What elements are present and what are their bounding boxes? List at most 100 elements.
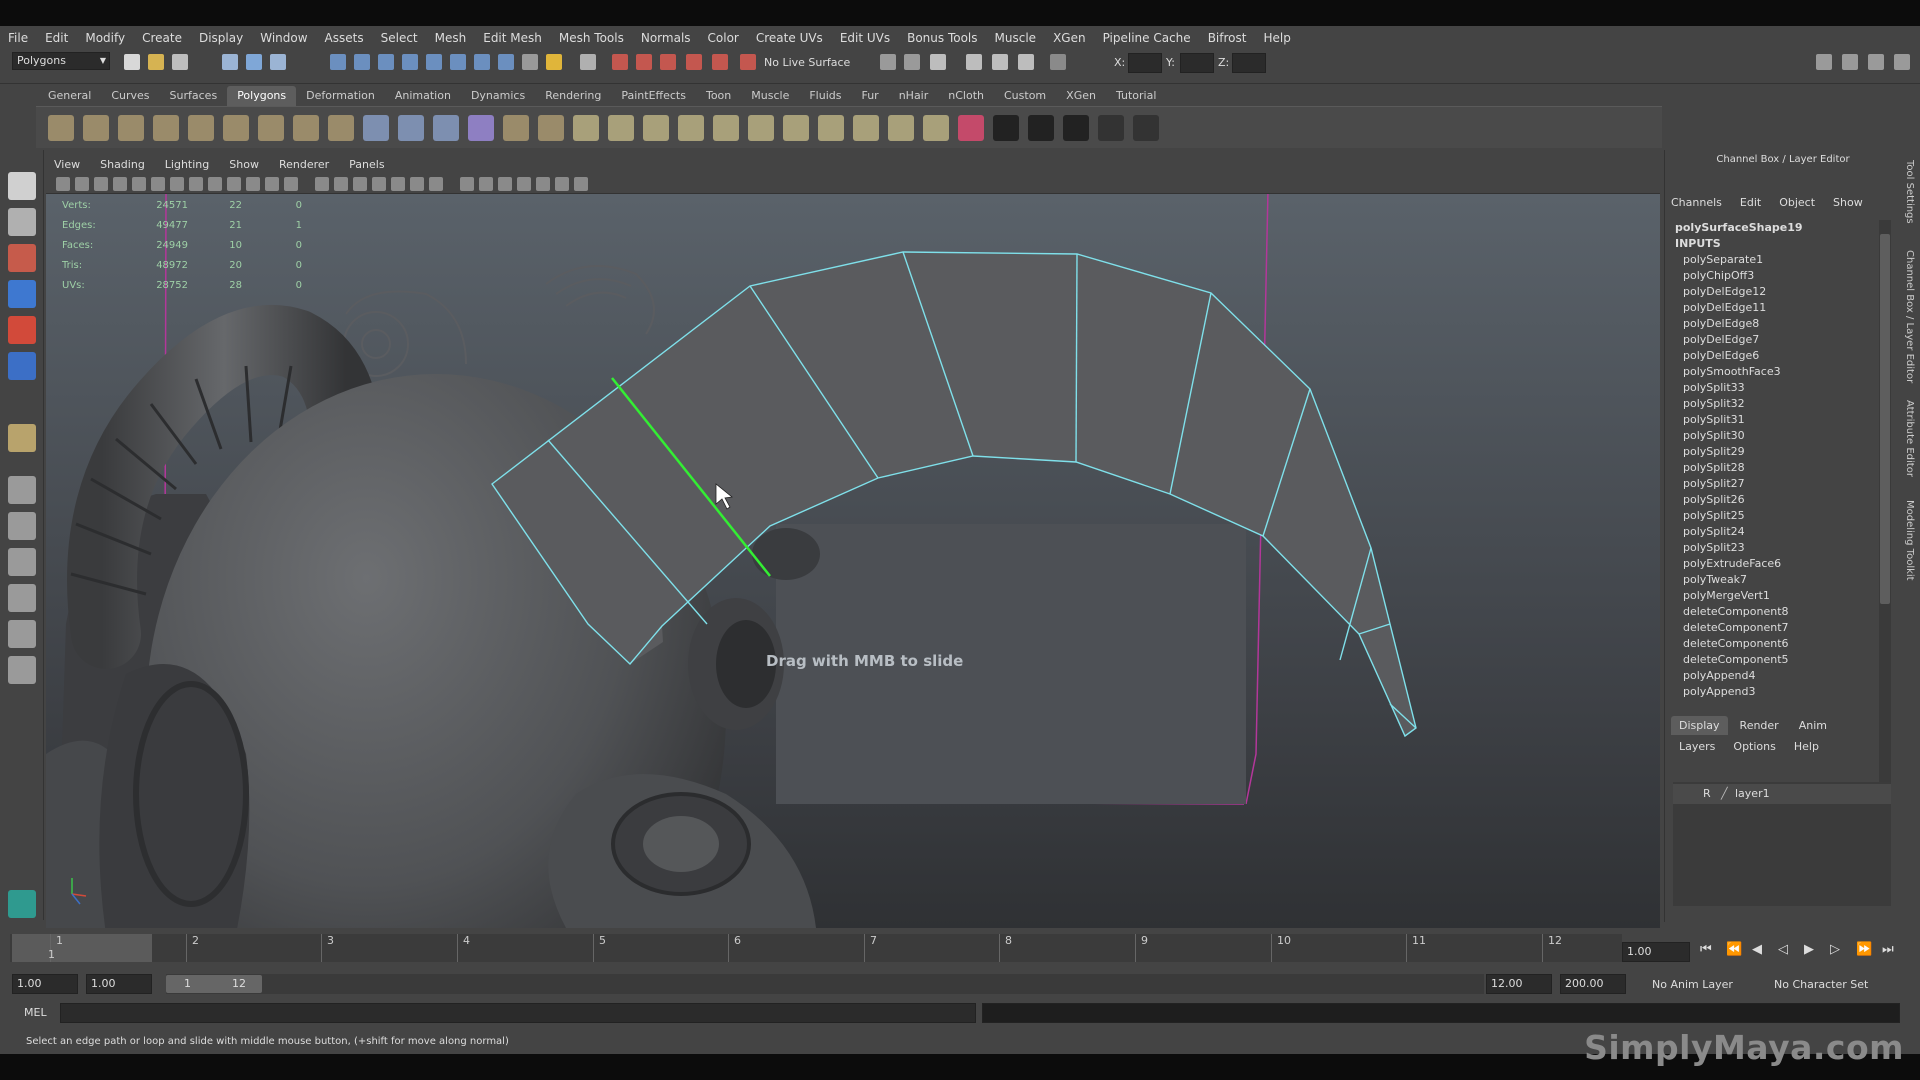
select-deformation-icon[interactable]: [426, 54, 442, 70]
snap-grid-icon[interactable]: [612, 54, 628, 70]
motion-blur-icon[interactable]: [460, 177, 474, 191]
menu-edit-uvs[interactable]: Edit UVs: [840, 31, 890, 45]
rotate-tool-icon[interactable]: [8, 316, 36, 344]
shelf-tab-toon[interactable]: Toon: [696, 86, 741, 106]
anim-layer-dropdown[interactable]: No Anim Layer: [1652, 978, 1733, 991]
snap-point-icon[interactable]: [660, 54, 676, 70]
select-object-icon[interactable]: [246, 54, 262, 70]
side-tab-attribute-editor[interactable]: Attribute Editor: [1904, 400, 1915, 477]
poly-pipe-icon[interactable]: [293, 115, 319, 141]
select-handle-icon[interactable]: [330, 54, 346, 70]
input-node[interactable]: polySeparate1: [1675, 252, 1887, 268]
mirror-icon[interactable]: [538, 115, 564, 141]
input-node[interactable]: polySplit32: [1675, 396, 1887, 412]
go-to-start-icon[interactable]: ⏮: [1700, 942, 1712, 957]
poly-pyramid-icon[interactable]: [258, 115, 284, 141]
menu-assets[interactable]: Assets: [325, 31, 364, 45]
highlight-selection-icon[interactable]: [580, 54, 596, 70]
xray-icon[interactable]: [536, 177, 550, 191]
camera-attributes-icon[interactable]: [75, 177, 89, 191]
offset-edge-loop-icon[interactable]: [713, 115, 739, 141]
channel-box-scrollbar[interactable]: [1879, 220, 1891, 850]
input-node[interactable]: polySplit29: [1675, 444, 1887, 460]
viewport-menu-renderer[interactable]: Renderer: [279, 158, 329, 171]
perspective-viewport[interactable]: Verts: 24571 22 0 Edges: 49477 21 1 Faces: 24949 1…: [46, 194, 1660, 928]
input-node[interactable]: polySplit31: [1675, 412, 1887, 428]
input-node[interactable]: polyAppend3: [1675, 684, 1887, 700]
time-slider[interactable]: 1 2 3 4 5 6 7 8 9 10 11 12 1: [10, 934, 1622, 962]
shelf-tab-xgen[interactable]: XGen: [1056, 86, 1106, 106]
input-node[interactable]: polyDelEdge7: [1675, 332, 1887, 348]
input-node[interactable]: polySplit26: [1675, 492, 1887, 508]
input-node[interactable]: polySplit27: [1675, 476, 1887, 492]
graph-layout-icon[interactable]: [8, 584, 36, 612]
viewport-menu-show[interactable]: Show: [229, 158, 259, 171]
go-to-end-icon[interactable]: ⏭: [1882, 942, 1894, 957]
poly-sphere-icon[interactable]: [48, 115, 74, 141]
channel-box-menu-show[interactable]: Show: [1833, 196, 1863, 209]
shelf-tab-tutorial[interactable]: Tutorial: [1106, 86, 1166, 106]
open-scene-icon[interactable]: [148, 54, 164, 70]
select-camera-icon[interactable]: [56, 177, 70, 191]
step-back-key-icon[interactable]: ⏪: [1726, 942, 1742, 957]
menu-edit[interactable]: Edit: [45, 31, 68, 45]
input-node[interactable]: polySplit25: [1675, 508, 1887, 524]
menu-bonus-tools[interactable]: Bonus Tools: [907, 31, 977, 45]
ipr-render-icon[interactable]: [992, 54, 1008, 70]
channel-box-menu-channels[interactable]: Channels: [1671, 196, 1722, 209]
menu-select[interactable]: Select: [381, 31, 418, 45]
menu-mesh[interactable]: Mesh: [435, 31, 467, 45]
select-joint-icon[interactable]: [354, 54, 370, 70]
anim-start-field[interactable]: 1.00: [12, 974, 78, 994]
input-node[interactable]: deleteComponent6: [1675, 636, 1887, 652]
shelf-tab-ncloth[interactable]: nCloth: [938, 86, 994, 106]
range-slider[interactable]: 1 12: [166, 974, 1484, 994]
input-node[interactable]: polySplit33: [1675, 380, 1887, 396]
save-scene-icon[interactable]: [172, 54, 188, 70]
shelf-tab-painteffects[interactable]: PaintEffects: [611, 86, 696, 106]
resolution-gate-icon[interactable]: [208, 177, 222, 191]
side-tab-channel-box-layer-editor[interactable]: Channel Box / Layer Editor: [1904, 250, 1915, 383]
select-hierarchy-icon[interactable]: [222, 54, 238, 70]
layer-menu-layers[interactable]: Layers: [1679, 740, 1715, 753]
layer-menu-help[interactable]: Help: [1794, 740, 1819, 753]
make-live-icon[interactable]: [740, 54, 756, 70]
input-node[interactable]: polyDelEdge11: [1675, 300, 1887, 316]
automatic-map-icon[interactable]: [1028, 115, 1054, 141]
viewport-menu-panels[interactable]: Panels: [349, 158, 384, 171]
insert-edge-loop-icon[interactable]: [678, 115, 704, 141]
snap-curve-icon[interactable]: [636, 54, 652, 70]
bookmarks-icon[interactable]: [94, 177, 108, 191]
input-output-icon[interactable]: [880, 54, 896, 70]
input-node[interactable]: polySplit23: [1675, 540, 1887, 556]
help-icon[interactable]: [522, 54, 538, 70]
panel-layout-icon[interactable]: [1816, 54, 1832, 70]
input-node[interactable]: polyMergeVert1: [1675, 588, 1887, 604]
input-node[interactable]: polyTweak7: [1675, 572, 1887, 588]
safe-title-icon[interactable]: [284, 177, 298, 191]
play-backward-icon[interactable]: ◁: [1778, 942, 1788, 957]
split-polygon-icon[interactable]: [643, 115, 669, 141]
screen-space-ao-icon[interactable]: [429, 177, 443, 191]
input-node[interactable]: deleteComponent8: [1675, 604, 1887, 620]
poly-torus-icon[interactable]: [223, 115, 249, 141]
wireframe-icon[interactable]: [315, 177, 329, 191]
select-misc-icon[interactable]: [498, 54, 514, 70]
menu-color[interactable]: Color: [708, 31, 739, 45]
character-set-dropdown[interactable]: No Character Set: [1774, 978, 1868, 991]
layer-tab-render[interactable]: Render: [1732, 716, 1787, 735]
xray-components-icon[interactable]: [574, 177, 588, 191]
anim-end-field[interactable]: 200.00: [1560, 974, 1626, 994]
new-scene-icon[interactable]: [124, 54, 140, 70]
shelf-tab-custom[interactable]: Custom: [994, 86, 1056, 106]
uv-editor-icon[interactable]: [1063, 115, 1089, 141]
scrollbar-thumb[interactable]: [1880, 234, 1890, 604]
layer-row[interactable]: R ╱ layer1: [1673, 784, 1891, 804]
shelf-tab-polygons[interactable]: Polygons: [227, 86, 297, 106]
play-forward-icon[interactable]: ▶: [1804, 942, 1814, 957]
select-rendering-icon[interactable]: [474, 54, 490, 70]
input-node[interactable]: polySmoothFace3: [1675, 364, 1887, 380]
shelf-tab-fluids[interactable]: Fluids: [799, 86, 851, 106]
grease-pencil-icon[interactable]: [151, 177, 165, 191]
poly-plane-icon[interactable]: [188, 115, 214, 141]
